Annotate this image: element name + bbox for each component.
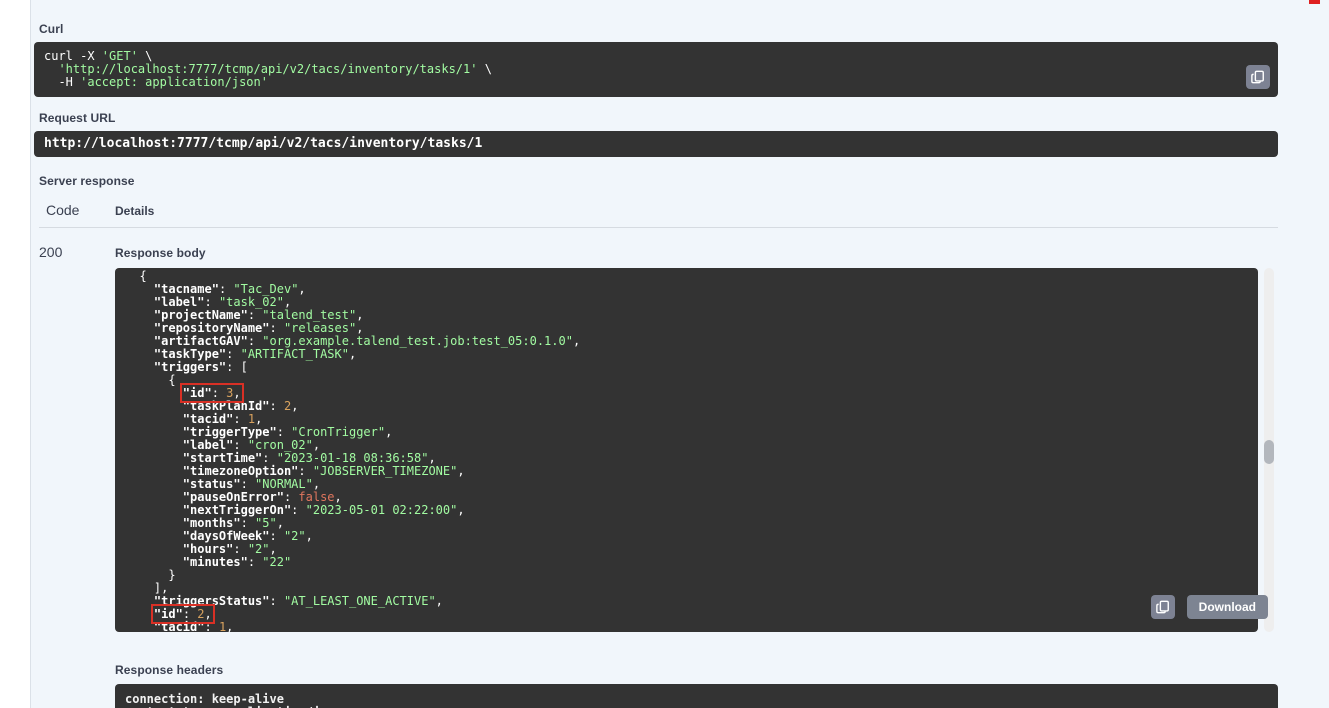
response-headers-block: connection: keep-alivecontent-type: appl…: [115, 684, 1278, 708]
curl-section: Curl curl -X 'GET' \ 'http://localhost:7…: [34, 22, 1278, 97]
curl-command-block: curl -X 'GET' \ 'http://localhost:7777/t…: [34, 42, 1278, 97]
server-response-label: Server response: [39, 174, 1278, 188]
response-headers-label: Response headers: [115, 645, 1278, 677]
download-button[interactable]: Download: [1187, 595, 1268, 619]
annotation-mark-icon: [1309, 0, 1320, 4]
response-table-header: Code Details: [34, 202, 1278, 218]
server-response-section: Server response Code Details 200 Respons…: [34, 174, 1278, 708]
response-body-scrollbar[interactable]: [1264, 268, 1274, 632]
copy-curl-button[interactable]: [1246, 65, 1270, 89]
response-headers-code: connection: keep-alivecontent-type: appl…: [125, 693, 1268, 708]
curl-label: Curl: [39, 22, 1278, 36]
code-column-header: Code: [34, 202, 115, 218]
request-url-value: http://localhost:7777/tcmp/api/v2/tacs/i…: [34, 131, 1278, 157]
details-column-header: Details: [115, 204, 154, 218]
clipboard-icon: [1156, 600, 1170, 614]
response-body-actions: Download: [1151, 595, 1268, 619]
request-url-label: Request URL: [39, 111, 1278, 125]
curl-command-code: curl -X 'GET' \ 'http://localhost:7777/t…: [44, 50, 1268, 89]
response-body-block[interactable]: { "tacname": "Tac_Dev", "label": "task_0…: [115, 268, 1258, 632]
clipboard-icon: [1251, 70, 1265, 84]
status-code: 200: [34, 228, 115, 708]
response-body-label: Response body: [115, 228, 1278, 260]
request-url-section: Request URL http://localhost:7777/tcmp/a…: [34, 111, 1278, 157]
response-body-wrap: { "tacname": "Tac_Dev", "label": "task_0…: [115, 268, 1258, 632]
response-row: 200 Response body { "tacname": "Tac_Dev"…: [34, 228, 1278, 708]
scrollbar-thumb[interactable]: [1264, 440, 1274, 464]
response-details: Response body { "tacname": "Tac_Dev", "l…: [115, 228, 1278, 708]
copy-response-button[interactable]: [1151, 595, 1175, 619]
operation-panel: Curl curl -X 'GET' \ 'http://localhost:7…: [30, 0, 1329, 708]
response-body-code: { "tacname": "Tac_Dev", "label": "task_0…: [125, 270, 1248, 632]
swagger-response-page: Curl curl -X 'GET' \ 'http://localhost:7…: [0, 0, 1329, 708]
